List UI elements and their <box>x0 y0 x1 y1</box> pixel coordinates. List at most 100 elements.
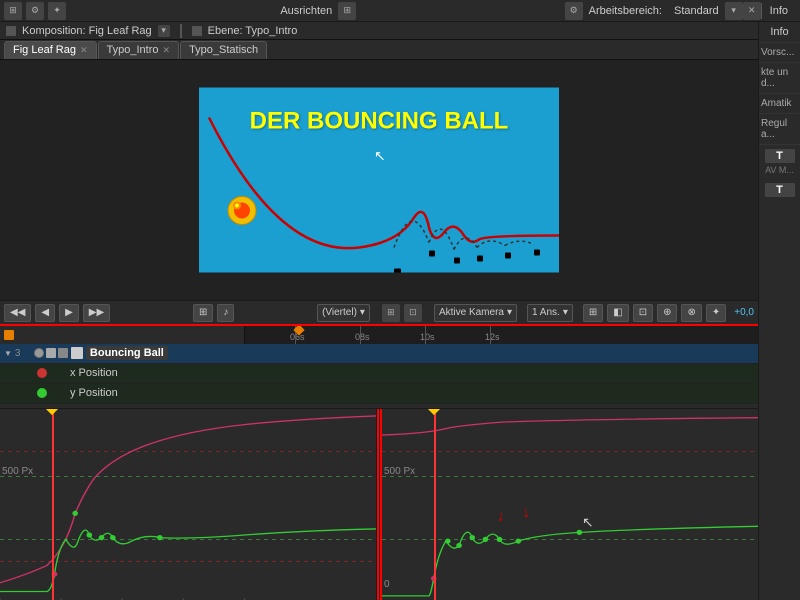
time-indicator-left <box>52 409 54 600</box>
amatik-label: Amatik <box>761 98 798 109</box>
ctrl-camera-dropdown[interactable]: Aktive Kamera ▾ <box>434 304 517 322</box>
vorsc-label: Vorsc... <box>761 47 798 58</box>
settings-icon[interactable]: ⚙ <box>565 2 583 20</box>
ruler-12s: 12s <box>485 332 500 342</box>
layer-icon <box>192 26 202 36</box>
ctrl-value: +0,0 <box>734 307 754 318</box>
ausrichten-label: Ausrichten <box>274 5 338 17</box>
app-icon[interactable]: ⊞ <box>4 2 22 20</box>
layer-name-bouncing-ball: Bouncing Ball <box>86 346 168 360</box>
right-panel: Info Vorsc... kte und... Amatik Regula..… <box>758 22 800 600</box>
tool-icon-2[interactable]: ✦ <box>48 2 66 20</box>
expand-icon[interactable]: ▾ <box>725 2 743 20</box>
layer-solo-btn[interactable] <box>46 348 56 358</box>
ctrl-btn-4[interactable]: ▶▶ <box>83 304 110 322</box>
tick-12s <box>490 326 491 344</box>
preview-canvas: DER BOUNCING BALL <box>199 88 559 273</box>
regula-label: Regula... <box>761 118 798 140</box>
control-bar: ◀◀ ◀ ▶ ▶▶ ⊞ ♪ (Viertel) ▾ ⊞ ⊡ Aktive Kam… <box>0 300 758 324</box>
ctrl-icon-6[interactable]: ⊕ <box>657 304 677 322</box>
av-label: AV M... <box>765 165 794 175</box>
bouncing-ball <box>227 196 257 226</box>
ruler-08s: 08s <box>355 332 370 342</box>
close-icon[interactable]: ✕ <box>743 2 761 20</box>
ctrl-play[interactable]: ▶ <box>59 304 79 322</box>
comp-menu-icon[interactable]: ▾ <box>158 25 170 37</box>
text-tools-section-2: T <box>759 179 800 201</box>
separator <box>180 24 182 38</box>
comp-icon <box>6 26 16 36</box>
text-tools-section: T AV M... <box>759 145 800 179</box>
motion-path-svg <box>199 88 559 273</box>
expand-arrow[interactable]: ▼ <box>4 349 12 358</box>
ctrl-icon-2[interactable]: ⊡ <box>404 304 422 322</box>
graph-panel-x: 500 Px <box>0 409 377 600</box>
y-position-icon <box>37 388 47 398</box>
tick-08s <box>360 326 361 344</box>
regula-section: Regula... <box>759 114 800 145</box>
timeline-ruler-top: 06s 08s 10s 12s <box>0 326 758 344</box>
text-tool-t1[interactable]: T <box>765 149 795 163</box>
ctrl-btn-2[interactable]: ◀ <box>35 304 55 322</box>
ctrl-icon-7[interactable]: ⊗ <box>681 304 701 322</box>
timeline-left-header <box>0 326 245 344</box>
layer-row-bouncing-ball[interactable]: ▼ 3 Bouncing Ball <box>0 344 758 364</box>
x-position-icon <box>37 368 47 378</box>
layer-number: 3 <box>15 348 31 359</box>
tab-typo-statisch[interactable]: Typo_Statisch <box>180 41 267 59</box>
tab-close-1[interactable]: ✕ <box>163 45 171 56</box>
layer-row-y-position[interactable]: y Position <box>0 384 758 404</box>
standard-label: Standard <box>668 5 725 17</box>
ruler-10s: 10s <box>420 332 435 342</box>
graph-panels: 500 Px <box>0 409 758 600</box>
graph-panel-y: 500 Px 0 ↓ ↓ ↖ <box>382 409 758 600</box>
text-tool-t2[interactable]: T <box>765 183 795 197</box>
layer-row-x-position[interactable]: x Position <box>0 364 758 384</box>
info-label[interactable]: Info <box>761 3 796 19</box>
ctrl-audio-btn[interactable]: ♪ <box>217 304 234 322</box>
ctrl-viertel-dropdown[interactable]: (Viertel) ▾ <box>317 304 370 322</box>
graph-y-svg <box>382 409 758 600</box>
t-label-2: T <box>776 184 783 196</box>
timeline-icon <box>4 330 14 340</box>
amatik-section: Amatik <box>759 94 800 114</box>
ctrl-icon-8[interactable]: ✦ <box>706 304 726 322</box>
top-menu-bar: ⊞ ⚙ ✦ Ausrichten ⊞ ⚙ Arbeitsbereich: Sta… <box>0 0 800 22</box>
comp-tab-bar: Fig Leaf Rag ✕ Typo_Intro ✕ Typo_Statisc… <box>0 40 758 60</box>
tab-typo-intro[interactable]: Typo_Intro ✕ <box>98 41 180 59</box>
tick-10s <box>425 326 426 344</box>
comp-header: Komposition: Fig Leaf Rag ▾ Ebene: Typo_… <box>0 22 758 40</box>
tab-fig-leaf-rag[interactable]: Fig Leaf Rag ✕ <box>4 41 97 59</box>
toolbar-icons: ⊞ ⚙ ✦ <box>4 2 66 20</box>
akte-label: kte und... <box>761 67 798 89</box>
layer-title: Ebene: Typo_Intro <box>208 25 298 37</box>
ctrl-btn-1[interactable]: ◀◀ <box>4 304 31 322</box>
t-label-1: T <box>776 150 783 162</box>
ctrl-icon-3[interactable]: ⊞ <box>583 304 603 322</box>
arbeitsbereich-label: Arbeitsbereich: <box>583 5 668 17</box>
ctrl-icon-1[interactable]: ⊞ <box>382 304 400 322</box>
akte-section: kte und... <box>759 63 800 94</box>
ctrl-ram-preview[interactable]: ⊞ <box>193 304 213 322</box>
left-side: Komposition: Fig Leaf Rag ▾ Ebene: Typo_… <box>0 22 758 600</box>
ctrl-icon-5[interactable]: ⊡ <box>633 304 653 322</box>
visibility-dot[interactable] <box>34 348 44 358</box>
tab-close-0[interactable]: ✕ <box>80 45 88 56</box>
layer-x-position: x Position <box>54 367 118 379</box>
layer-lock-btn[interactable] <box>58 348 68 358</box>
timeline-right-ruler: 06s 08s 10s 12s <box>245 326 758 344</box>
comp-title: Komposition: Fig Leaf Rag <box>22 25 152 37</box>
ctrl-ans-dropdown[interactable]: 1 Ans. ▾ <box>527 304 573 322</box>
ausrichten-icon[interactable]: ⊞ <box>338 2 356 20</box>
cursor-arrow: ↖ <box>374 148 386 165</box>
main-area: Komposition: Fig Leaf Rag ▾ Ebene: Typo_… <box>0 22 800 600</box>
ctrl-icon-4[interactable]: ◧ <box>607 304 628 322</box>
tool-icon-1[interactable]: ⚙ <box>26 2 44 20</box>
vorsc-section: Vorsc... <box>759 43 800 63</box>
timeline-area: 06s 08s 10s 12s ▼ 3 <box>0 324 758 600</box>
info-tab[interactable]: Info <box>759 22 800 43</box>
layer-y-position: y Position <box>54 387 118 399</box>
composition-window: DER BOUNCING BALL <box>0 60 758 300</box>
graph-x-svg <box>0 409 376 600</box>
layer-list: ▼ 3 Bouncing Ball x Position <box>0 344 758 409</box>
